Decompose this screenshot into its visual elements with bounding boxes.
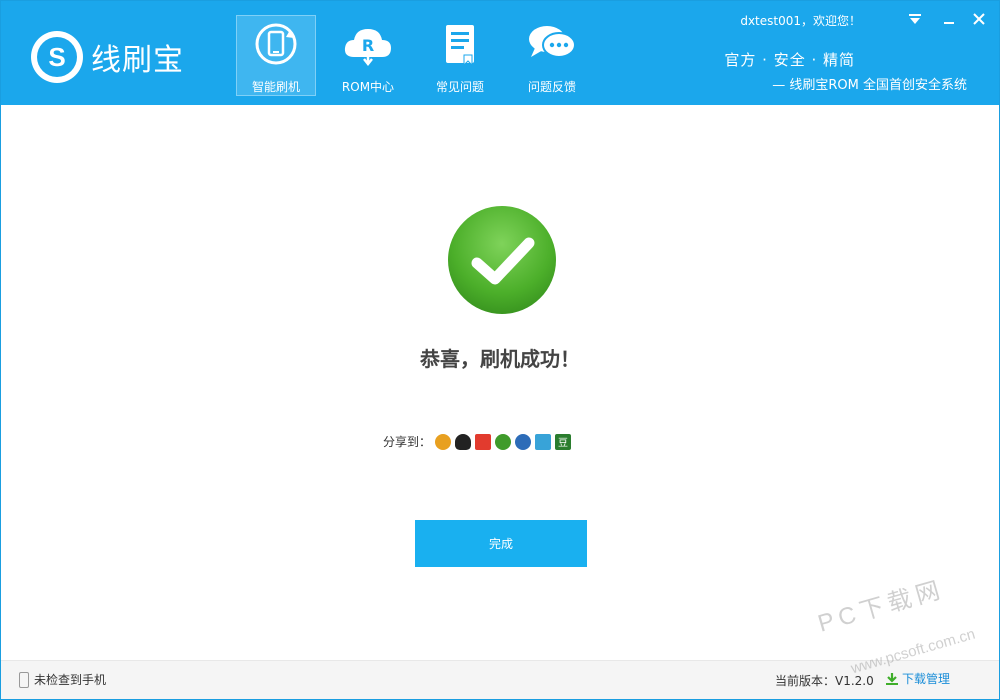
slogan-title: 官方 · 安全 · 精简 [724,51,855,69]
status-bar: 未检查到手机 当前版本：V1.2.0 下载管理 [1,660,999,699]
user-greeting[interactable]: dxtest001，欢迎您！ [740,12,861,29]
smart-flash-icon [237,16,315,72]
minimize-button[interactable] [939,10,959,28]
weibo-icon[interactable] [475,433,492,450]
tab-rom-center[interactable]: R ROM中心 [328,15,408,96]
tab-feedback[interactable]: 问题反馈 [512,15,592,96]
slogan-subtitle: — 线刷宝ROM 全国首创安全系统 [772,78,967,93]
success-message: 恭喜，刷机成功！ [420,347,580,371]
share-label: 分享到： [383,435,432,449]
qzone-icon[interactable] [435,433,452,450]
phone-status-text: 未检查到手机 [34,673,107,687]
pengyou-icon[interactable] [535,433,552,450]
close-icon [973,13,985,25]
qq-icon[interactable] [455,433,472,450]
phone-status: 未检查到手机 [19,671,106,688]
menu-dropdown-button[interactable] [905,10,925,28]
tab-label: ROM中心 [341,80,395,94]
done-button[interactable]: 完成 [415,520,587,567]
download-manage-label: 下载管理 [902,672,951,686]
logo-icon: S [31,31,83,83]
feedback-chat-icon [513,16,591,72]
app-title: 线刷宝 [91,43,184,78]
phone-icon [19,671,29,688]
tab-label: 问题反馈 [527,80,576,94]
tab-faq[interactable]: 常见问题 [420,15,500,96]
close-button[interactable] [969,10,989,28]
douban-icon[interactable]: 豆 [555,433,572,450]
logo-letter: S [37,37,77,77]
tab-label: 智能刷机 [251,80,300,94]
tab-label: 常见问题 [435,80,484,94]
rom-cloud-icon: R [329,16,407,72]
download-manage-link[interactable]: 下载管理 [885,670,950,687]
svg-text:R: R [362,36,374,55]
app-window: S 线刷宝 智能刷机 R ROM中心 常见问题 问题反馈 dxtest001，欢… [0,0,1000,700]
main-nav: 智能刷机 R ROM中心 常见问题 问题反馈 [236,15,604,96]
share-bar: 分享到： 豆 [383,433,572,450]
renren-icon[interactable] [515,433,532,450]
faq-document-icon [421,16,499,72]
minimize-icon [944,22,954,24]
watermark-text: PC下载网 [814,575,948,638]
menu-icon [909,14,921,24]
kaixin-icon[interactable] [495,433,512,450]
tab-smart-flash[interactable]: 智能刷机 [236,15,316,96]
download-icon [886,672,898,685]
success-check-icon [447,205,557,315]
header-bar: S 线刷宝 智能刷机 R ROM中心 常见问题 问题反馈 dxtest001，欢… [1,1,999,105]
app-logo: S 线刷宝 [31,31,184,83]
